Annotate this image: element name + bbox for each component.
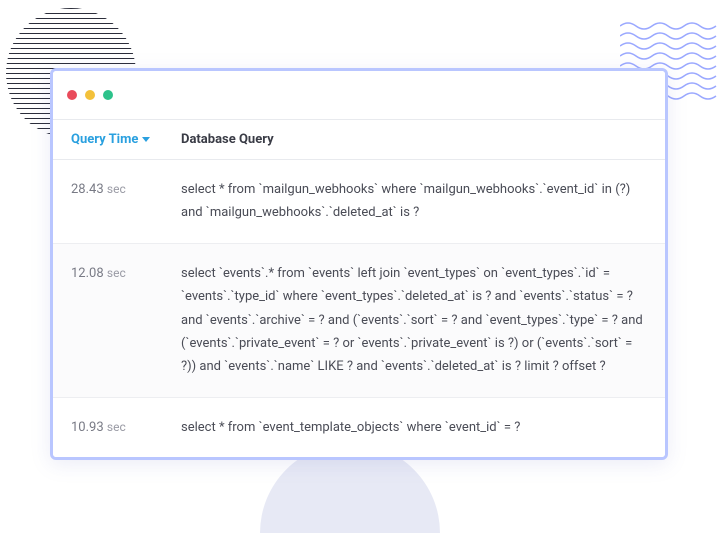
window-minimize-icon[interactable]: [85, 90, 95, 100]
query-time-value: 10.93: [71, 420, 104, 435]
sort-desc-icon: [142, 137, 150, 142]
table-header: Query Time Database Query: [53, 119, 665, 160]
window-close-icon[interactable]: [67, 90, 77, 100]
table-row[interactable]: 28.43 secselect * from `mailgun_webhooks…: [53, 160, 665, 244]
query-time-cell: 10.93 sec: [71, 416, 181, 439]
query-time-cell: 28.43 sec: [71, 178, 181, 225]
query-time-value: 28.43: [71, 182, 104, 197]
column-header-query-time-label: Query Time: [71, 132, 138, 147]
column-header-database-query-label: Database Query: [181, 132, 274, 147]
query-time-cell: 12.08 sec: [71, 262, 181, 379]
query-text-cell: select * from `mailgun_webhooks` where `…: [181, 178, 647, 225]
query-text-cell: select `events`.* from `events` left joi…: [181, 262, 647, 379]
table-body: 28.43 secselect * from `mailgun_webhooks…: [53, 160, 665, 457]
query-time-unit: sec: [107, 266, 126, 280]
query-window: Query Time Database Query 28.43 secselec…: [50, 68, 668, 460]
column-header-query-time[interactable]: Query Time: [71, 132, 181, 147]
table-row[interactable]: 10.93 secselect * from `event_template_o…: [53, 398, 665, 457]
query-time-value: 12.08: [71, 266, 104, 281]
window-titlebar: [53, 71, 665, 119]
query-time-unit: sec: [107, 182, 126, 196]
window-maximize-icon[interactable]: [103, 90, 113, 100]
query-time-unit: sec: [107, 420, 126, 434]
column-header-database-query[interactable]: Database Query: [181, 132, 647, 147]
table-row[interactable]: 12.08 secselect `events`.* from `events`…: [53, 244, 665, 398]
query-text-cell: select * from `event_template_objects` w…: [181, 416, 647, 439]
